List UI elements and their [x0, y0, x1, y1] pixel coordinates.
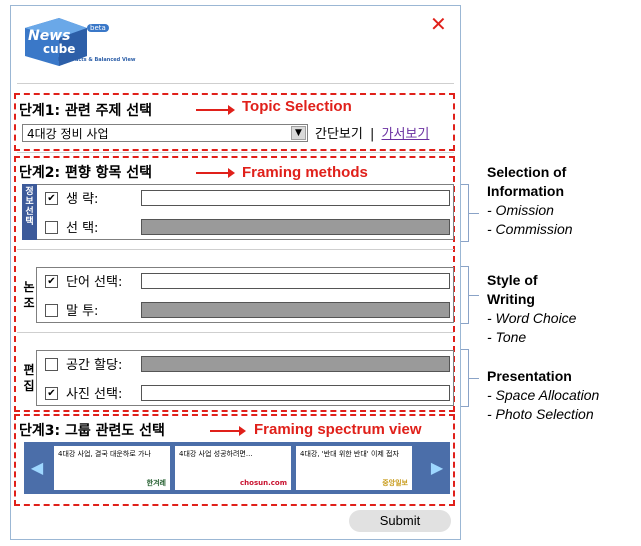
bracket-tick-3 [469, 378, 479, 379]
photo-selection-field[interactable] [141, 385, 450, 401]
chevron-down-icon[interactable]: ▼ [291, 126, 306, 140]
bracket-style [461, 266, 469, 324]
word-choice-row: ✔ 단어 선택: [45, 271, 122, 290]
annotation-presentation: Presentation - Space Allocation - Photo … [487, 367, 599, 424]
omission-row: ✔ 생 략: [45, 188, 98, 207]
group-tag-text: 정보선택 [25, 187, 34, 227]
annotation-item: - Commission [487, 221, 573, 237]
group-tag-edit: 편집 [22, 350, 37, 406]
article-title: 4대강 사업, 결국 대운하로 가나 [58, 450, 151, 458]
article-source: 중앙일보 [382, 479, 408, 487]
logo-tagline: Rich Facts & Balanced View [58, 57, 136, 63]
commission-label: 선 택: [66, 221, 99, 236]
annotation-title: Presentation [487, 368, 572, 384]
group-tag-text: 편집 [23, 363, 35, 393]
article-card[interactable]: 4대강, '반대 위한 반대' 이제 접자 중앙일보 [296, 446, 412, 490]
article-title: 4대강 사업 성공하려면... [179, 450, 253, 458]
omission-label: 생 략: [66, 192, 99, 207]
article-source: chosun.com [240, 479, 287, 487]
annotation-item: - Tone [487, 329, 527, 345]
space-allocation-row: 공간 할당: [45, 354, 122, 373]
annotation-style: Style of Writing - Word Choice - Tone [487, 271, 576, 347]
photo-selection-row: ✔ 사진 선택: [45, 383, 122, 402]
annotation-title: Selection of Information [487, 164, 567, 199]
bracket-information [461, 184, 469, 242]
space-allocation-field[interactable] [141, 356, 450, 372]
header-divider [17, 83, 454, 84]
group-tag-tone: 논조 [22, 267, 37, 323]
framing-methods-label: Framing methods [242, 164, 368, 181]
step1-arrow [196, 105, 235, 115]
group-tag-information: 정보선택 [22, 184, 37, 240]
photo-selection-checkbox[interactable]: ✔ [45, 387, 58, 400]
beta-badge: beta [87, 24, 109, 32]
newscube-logo: News cube beta Rich Facts & Balanced Vie… [17, 14, 136, 68]
arrow-right-icon[interactable]: ▶ [428, 459, 446, 477]
tone-label: 말 투: [66, 304, 99, 319]
topic-select[interactable]: 4대강 정비 사업 ▼ [22, 124, 308, 142]
annotation-item: - Photo Selection [487, 406, 594, 422]
submit-button[interactable]: Submit [349, 510, 451, 532]
step2-title: 단계2: 편향 항목 선택 [19, 165, 153, 181]
view-links: 간단보기 | 가서보기 [315, 123, 429, 142]
space-allocation-checkbox[interactable] [45, 358, 58, 371]
framing-spectrum-carousel: ◀ 4대강 사업, 결국 대운하로 가나 한겨레 4대강 사업 성공하려면...… [24, 442, 450, 494]
headline-view-link[interactable]: 가서보기 [382, 127, 430, 142]
topic-select-value: 4대강 정비 사업 [27, 127, 109, 141]
commission-row: 선 택: [45, 217, 98, 236]
annotation-item: - Word Choice [487, 310, 577, 326]
framing-spectrum-label: Framing spectrum view [254, 421, 422, 438]
commission-field[interactable] [141, 219, 450, 235]
bracket-tick-2 [469, 295, 479, 296]
view-divider: | [369, 127, 375, 142]
tone-row: 말 투: [45, 300, 98, 319]
word-choice-field[interactable] [141, 273, 450, 289]
article-card[interactable]: 4대강 사업, 결국 대운하로 가나 한겨레 [54, 446, 170, 490]
article-card[interactable]: 4대강 사업 성공하려면... chosun.com [175, 446, 291, 490]
bracket-tick-1 [469, 213, 479, 214]
article-source: 한겨레 [146, 479, 166, 487]
step1-title: 단계1: 관련 주제 선택 [19, 103, 153, 119]
word-choice-label: 단어 선택: [66, 275, 123, 290]
word-choice-checkbox[interactable]: ✔ [45, 275, 58, 288]
simple-view-link[interactable]: 간단보기 [315, 127, 363, 142]
topic-selection-label: Topic Selection [242, 98, 352, 115]
close-icon[interactable]: ✕ [430, 14, 447, 34]
section-divider-1 [17, 152, 454, 153]
bracket-presentation [461, 349, 469, 407]
photo-selection-label: 사진 선택: [66, 387, 123, 402]
annotation-information: Selection of Information - Omission - Co… [487, 163, 597, 239]
step3-arrow [210, 426, 246, 436]
arrow-left-icon[interactable]: ◀ [28, 459, 46, 477]
step2-arrow [196, 168, 235, 178]
annotation-title: Style of Writing [487, 272, 538, 307]
section-divider-2 [17, 249, 454, 250]
space-allocation-label: 공간 할당: [66, 358, 123, 373]
section-divider-3 [17, 332, 454, 333]
step3-title: 단계3: 그룹 관련도 선택 [19, 423, 165, 439]
commission-checkbox[interactable] [45, 221, 58, 234]
group-tag-text: 논조 [23, 280, 35, 310]
tone-checkbox[interactable] [45, 304, 58, 317]
article-title: 4대강, '반대 위한 반대' 이제 접자 [300, 450, 399, 458]
tone-field[interactable] [141, 302, 450, 318]
annotation-item: - Omission [487, 202, 554, 218]
annotation-item: - Space Allocation [487, 387, 600, 403]
omission-field[interactable] [141, 190, 450, 206]
omission-checkbox[interactable]: ✔ [45, 192, 58, 205]
logo-brand-2: cube [43, 42, 76, 56]
